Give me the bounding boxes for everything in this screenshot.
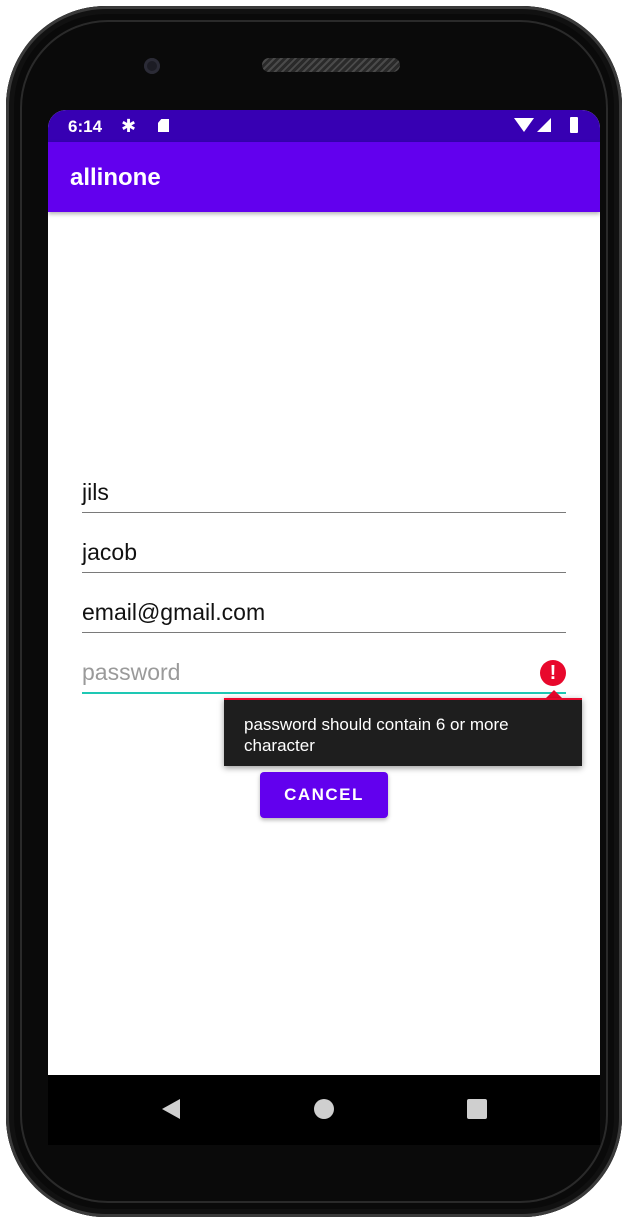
password-field[interactable]: password ! [82, 648, 566, 694]
cancel-button[interactable]: CANCEL [260, 772, 388, 818]
app-bar: allinone [48, 142, 600, 212]
last-name-field[interactable]: jacob [82, 528, 566, 573]
navigation-bar [48, 1075, 600, 1145]
home-icon[interactable] [314, 1099, 334, 1119]
email-value: email@gmail.com [82, 599, 266, 625]
password-error-tooltip: password should contain 6 or more charac… [224, 698, 582, 766]
email-field[interactable]: email@gmail.com [82, 588, 566, 633]
battery-icon [570, 117, 578, 133]
status-time: 6:14 [68, 117, 103, 136]
error-icon: ! [540, 660, 566, 686]
status-bar: 6:14 ✱ [48, 110, 600, 142]
password-error-text: password should contain 6 or more charac… [244, 715, 509, 755]
first-name-value: jils [82, 479, 109, 505]
recents-icon[interactable] [467, 1099, 487, 1119]
password-placeholder: password [82, 659, 181, 685]
first-name-field[interactable]: jils [82, 468, 566, 513]
wifi-icon [514, 118, 534, 132]
front-camera [144, 58, 160, 74]
sd-card-icon [158, 119, 169, 132]
last-name-value: jacob [82, 539, 137, 565]
signal-icon [537, 118, 551, 132]
back-icon[interactable] [162, 1099, 180, 1119]
settings-icon: ✱ [121, 116, 137, 136]
earpiece-speaker [262, 58, 400, 72]
app-title: allinone [70, 164, 161, 191]
device-screen: 6:14 ✱ allinone jils jacob email@gmail.c… [48, 110, 600, 1120]
